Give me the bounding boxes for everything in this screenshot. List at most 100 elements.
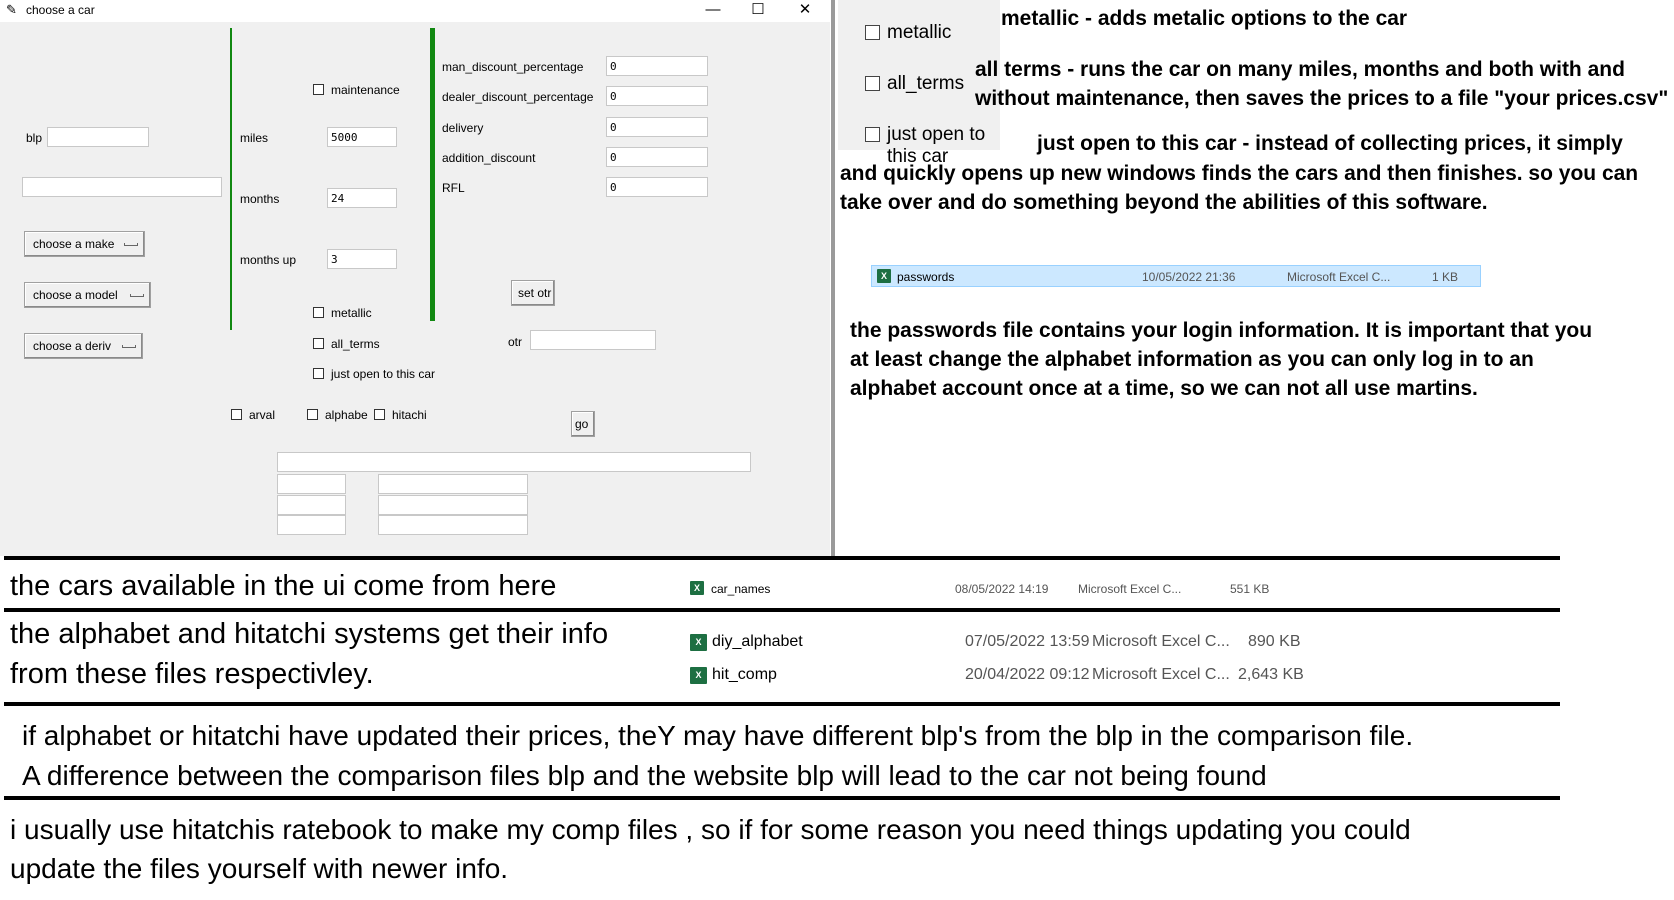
choose-deriv-label: choose a deriv — [33, 339, 112, 353]
file-size: 890 KB — [1248, 633, 1301, 650]
car-names-file-row[interactable]: X car_names 08/05/2022 14:19 Microsoft E… — [690, 578, 1290, 600]
output-field — [378, 495, 528, 515]
all-terms-note-line1: all terms - runs the car on many miles, … — [975, 58, 1625, 81]
dropdown-indicator-icon — [124, 243, 138, 246]
blp-note-line1: if alphabet or hitatchi have updated the… — [22, 720, 1414, 751]
choose-make-button[interactable]: choose a make — [24, 231, 145, 257]
output-field — [277, 515, 346, 535]
otr-label: otr — [508, 335, 523, 349]
file-date: 07/05/2022 13:59 — [965, 633, 1090, 650]
addition-discount-input[interactable] — [606, 147, 708, 167]
column-separator — [230, 28, 232, 330]
zoom-metallic-checkbox — [865, 25, 880, 40]
maintenance-label: maintenance — [331, 83, 400, 97]
choose-model-button[interactable]: choose a model — [24, 282, 151, 308]
choose-make-label: choose a make — [33, 237, 115, 251]
excel-file-icon: X — [690, 634, 707, 651]
source-files-note-line1: the alphabet and hitatchi systems get th… — [10, 618, 609, 650]
metallic-checkbox[interactable] — [313, 307, 324, 318]
passwords-note-line1: the passwords file contains your login i… — [850, 319, 1593, 342]
alphabe-checkbox[interactable] — [307, 409, 318, 420]
file-name: passwords — [897, 270, 955, 284]
file-type: Microsoft Excel C... — [1078, 582, 1182, 596]
dealer-discount-input[interactable] — [606, 86, 708, 106]
excel-file-icon: X — [690, 667, 707, 684]
addition-discount-label: addition_discount — [442, 151, 536, 165]
file-type: Microsoft Excel C... — [1092, 633, 1230, 650]
search-input[interactable] — [22, 177, 222, 197]
dealer-discount-label: dealer_discount_percentage — [442, 90, 594, 104]
man-discount-input[interactable] — [606, 56, 708, 76]
vertical-divider — [831, 0, 835, 556]
file-date: 20/04/2022 09:12 — [965, 666, 1090, 683]
passwords-note-line2: at least change the alphabet information… — [850, 348, 1534, 371]
section-separator — [4, 608, 1560, 612]
maintenance-checkbox[interactable] — [313, 84, 324, 95]
zoom-all-terms-label: all_terms — [887, 73, 965, 94]
passwords-file-row[interactable]: X passwords 10/05/2022 21:36 Microsoft E… — [871, 265, 1481, 287]
miles-input[interactable] — [327, 127, 397, 147]
blp-input[interactable] — [47, 127, 149, 147]
choose-deriv-button[interactable]: choose a deriv — [24, 333, 143, 359]
file-name: diy_alphabet — [712, 633, 803, 650]
app-window: ✎ choose a car — ☐ ✕ blp choose a make c… — [0, 0, 830, 556]
blp-label: blp — [26, 131, 43, 145]
section-separator — [4, 556, 1560, 560]
section-separator — [4, 702, 1560, 706]
delivery-label: delivery — [442, 121, 484, 135]
all-terms-checkbox[interactable] — [313, 338, 324, 349]
set-otr-button[interactable]: set otr — [511, 280, 555, 306]
ratebook-note-line1: i usually use hitatchis ratebook to make… — [10, 814, 1411, 845]
just-open-checkbox[interactable] — [313, 368, 324, 379]
choose-model-label: choose a model — [33, 288, 118, 302]
output-field — [378, 474, 528, 494]
rfl-input[interactable] — [606, 177, 708, 197]
hitachi-label: hitachi — [392, 408, 427, 422]
car-names-note: the cars available in the ui come from h… — [10, 570, 557, 602]
column-separator — [430, 28, 435, 321]
file-size: 551 KB — [1230, 582, 1270, 596]
just-open-note-line2: and quickly opens up new windows finds t… — [840, 162, 1639, 185]
hitachi-checkbox[interactable] — [374, 409, 385, 420]
maximize-button[interactable]: ☐ — [743, 0, 773, 20]
arval-checkbox[interactable] — [231, 409, 242, 420]
excel-file-icon: X — [877, 269, 891, 283]
metallic-label: metallic — [331, 306, 372, 320]
metallic-note: metallic - adds metalic options to the c… — [1001, 7, 1408, 30]
section-separator — [4, 796, 1560, 800]
alphabe-label: alphabe — [325, 408, 368, 422]
title-bar: ✎ choose a car — ☐ ✕ — [0, 0, 830, 22]
rfl-label: RFL — [442, 181, 465, 195]
all-terms-label: all_terms — [331, 337, 380, 351]
hit-comp-file-row[interactable]: X hit_comp 20/04/2022 09:12 Microsoft Ex… — [690, 663, 1310, 689]
otr-input[interactable] — [530, 330, 656, 350]
just-open-note-line1: just open to this car - instead of colle… — [1037, 132, 1623, 155]
output-field — [378, 515, 528, 535]
diy-alphabet-file-row[interactable]: X diy_alphabet 07/05/2022 13:59 Microsof… — [690, 630, 1310, 656]
close-button[interactable]: ✕ — [790, 0, 820, 20]
file-size: 1 KB — [1432, 270, 1459, 284]
window-title: choose a car — [26, 3, 95, 17]
output-field — [277, 452, 751, 472]
go-button[interactable]: go — [571, 411, 595, 437]
file-type: Microsoft Excel C... — [1287, 270, 1391, 284]
zoom-just-open-checkbox — [865, 127, 880, 142]
delivery-input[interactable] — [606, 117, 708, 137]
all-terms-note-line2: without maintenance, then saves the pric… — [975, 87, 1669, 110]
zoom-metallic-label: metallic — [887, 22, 952, 43]
months-label: months — [240, 192, 280, 206]
dropdown-indicator-icon — [122, 345, 136, 348]
man-discount-label: man_discount_percentage — [442, 60, 584, 74]
feather-icon: ✎ — [6, 2, 17, 17]
source-files-note-line2: from these files respectivley. — [10, 658, 374, 690]
just-open-note-line3: take over and do something beyond the ab… — [840, 191, 1488, 214]
months-input[interactable] — [327, 188, 397, 208]
just-open-label: just open to this car — [331, 367, 436, 381]
file-name: car_names — [711, 582, 771, 596]
output-field — [277, 474, 346, 494]
months-up-input[interactable] — [327, 249, 397, 269]
file-date: 10/05/2022 21:36 — [1142, 270, 1236, 284]
excel-file-icon: X — [690, 581, 704, 595]
arval-label: arval — [249, 408, 276, 422]
minimize-button[interactable]: — — [698, 0, 728, 20]
